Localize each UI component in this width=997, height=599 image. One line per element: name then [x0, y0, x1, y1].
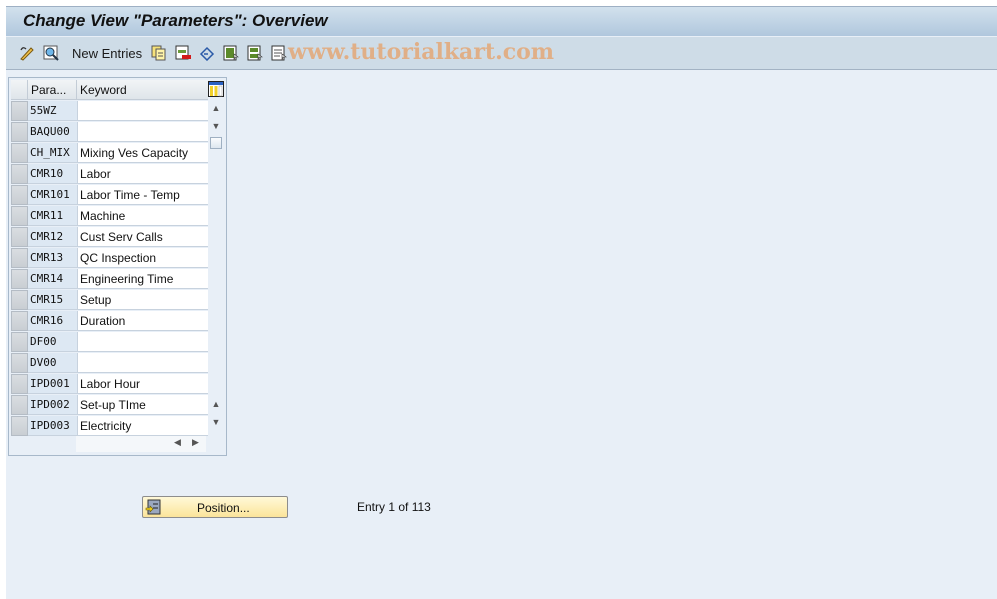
entry-counter: Entry 1 of 113	[357, 500, 431, 514]
parameter-cell: CMR12	[28, 227, 77, 247]
display-change-icon[interactable]	[19, 45, 35, 61]
table-row[interactable]: CMR15 Setup	[11, 290, 208, 311]
parameter-cell: CH_MIX	[28, 143, 77, 163]
keyword-cell[interactable]	[77, 101, 208, 121]
position-button[interactable]: Position...	[142, 496, 288, 518]
row-selector[interactable]	[11, 332, 28, 352]
scroll-down-button[interactable]: ▼	[208, 118, 224, 134]
column-header-parameter[interactable]: Para...	[28, 80, 77, 100]
row-selector[interactable]	[11, 248, 28, 268]
row-selector[interactable]	[11, 269, 28, 289]
keyword-cell[interactable]: Setup	[77, 290, 208, 310]
row-selector[interactable]	[11, 416, 28, 436]
parameter-cell: BAQU00	[28, 122, 77, 142]
table-row[interactable]: CMR12 Cust Serv Calls	[11, 227, 208, 248]
parameter-cell: CMR10	[28, 164, 77, 184]
scroll-up-button[interactable]: ▲	[208, 100, 224, 116]
keyword-cell[interactable]: Engineering Time	[77, 269, 208, 289]
row-selector[interactable]	[11, 185, 28, 205]
table-row[interactable]: 55WZ	[11, 101, 208, 122]
deselect-all-icon[interactable]	[271, 45, 287, 61]
row-selector[interactable]	[11, 353, 28, 373]
table-row[interactable]: CMR16 Duration	[11, 311, 208, 332]
keyword-cell[interactable]: Set-up TIme	[77, 395, 208, 415]
parameter-cell: CMR14	[28, 269, 77, 289]
parameter-cell: DF00	[28, 332, 77, 352]
parameters-table: Para... Keyword 55WZ BAQU00 CH_MIX Mixing V…	[8, 77, 227, 456]
row-selector[interactable]	[11, 164, 28, 184]
parameter-cell: DV00	[28, 353, 77, 373]
title-bar: Change View "Parameters": Overview	[6, 6, 997, 36]
row-selector[interactable]	[11, 290, 28, 310]
table-row[interactable]: IPD001 Labor Hour	[11, 374, 208, 395]
sap-window: Change View "Parameters": Overview New E…	[6, 6, 997, 599]
position-icon	[145, 499, 161, 515]
row-selector[interactable]	[11, 143, 28, 163]
select-block-icon[interactable]	[247, 45, 263, 61]
watermark-text: www.tutorialkart.com	[288, 39, 555, 65]
keyword-cell[interactable]: QC Inspection	[77, 248, 208, 268]
parameter-cell: CMR15	[28, 290, 77, 310]
table-row[interactable]: DV00	[11, 353, 208, 374]
select-all-rows-button[interactable]	[11, 80, 28, 100]
undo-change-icon[interactable]	[199, 45, 215, 61]
row-selector[interactable]	[11, 122, 28, 142]
keyword-cell[interactable]: Cust Serv Calls	[77, 227, 208, 247]
table-row[interactable]: IPD003 Electricity	[11, 416, 208, 437]
position-button-label: Position...	[197, 501, 250, 515]
table-row[interactable]: CMR13 QC Inspection	[11, 248, 208, 269]
row-selector[interactable]	[11, 395, 28, 415]
table-row[interactable]: CMR14 Engineering Time	[11, 269, 208, 290]
row-selector[interactable]	[11, 374, 28, 394]
table-row[interactable]: CMR101 Labor Time - Temp	[11, 185, 208, 206]
page-title: Change View "Parameters": Overview	[23, 11, 328, 30]
keyword-cell[interactable]	[77, 122, 208, 142]
parameter-cell: IPD003	[28, 416, 77, 436]
scroll-right-button[interactable]: ▶	[192, 437, 199, 448]
parameter-cell: CMR13	[28, 248, 77, 268]
parameter-cell: 55WZ	[28, 101, 77, 121]
scroll-thumb[interactable]	[210, 137, 222, 149]
parameter-cell: CMR101	[28, 185, 77, 205]
keyword-cell[interactable]	[77, 353, 208, 373]
keyword-cell[interactable]: Mixing Ves Capacity	[77, 143, 208, 163]
keyword-cell[interactable]: Labor Time - Temp	[77, 185, 208, 205]
parameter-cell: CMR11	[28, 206, 77, 226]
delete-icon[interactable]	[175, 45, 191, 61]
table-row[interactable]: CMR11 Machine	[11, 206, 208, 227]
row-selector[interactable]	[11, 206, 28, 226]
parameter-cell: CMR16	[28, 311, 77, 331]
details-icon[interactable]	[43, 45, 59, 61]
keyword-cell[interactable]: Machine	[77, 206, 208, 226]
keyword-cell[interactable]	[77, 332, 208, 352]
keyword-cell[interactable]: Labor	[77, 164, 208, 184]
keyword-cell[interactable]: Labor Hour	[77, 374, 208, 394]
table-row[interactable]: IPD002 Set-up TIme	[11, 395, 208, 416]
row-selector[interactable]	[11, 227, 28, 247]
table-row[interactable]: BAQU00	[11, 122, 208, 143]
copy-as-icon[interactable]	[151, 45, 167, 61]
row-selector[interactable]	[11, 101, 28, 121]
scroll-left-button[interactable]: ◀	[174, 437, 181, 448]
row-selector[interactable]	[11, 311, 28, 331]
table-settings-icon[interactable]	[208, 81, 224, 97]
parameter-cell: IPD001	[28, 374, 77, 394]
column-header-keyword[interactable]: Keyword	[77, 80, 208, 100]
table-row[interactable]: CH_MIX Mixing Ves Capacity	[11, 143, 208, 164]
parameter-cell: IPD002	[28, 395, 77, 415]
new-entries-button[interactable]: New Entries	[72, 46, 142, 61]
horizontal-scrollbar[interactable]: ◀ ▶	[76, 436, 206, 452]
scroll-page-down-button[interactable]: ▼	[208, 414, 224, 430]
table-row[interactable]: CMR10 Labor	[11, 164, 208, 185]
scroll-page-up-button[interactable]: ▲	[208, 396, 224, 412]
keyword-cell[interactable]: Duration	[77, 311, 208, 331]
application-toolbar: New Entries www.tutorialkart.com	[6, 37, 997, 70]
select-all-icon[interactable]	[223, 45, 239, 61]
keyword-cell[interactable]: Electricity	[77, 416, 208, 436]
table-row[interactable]: DF00	[11, 332, 208, 353]
